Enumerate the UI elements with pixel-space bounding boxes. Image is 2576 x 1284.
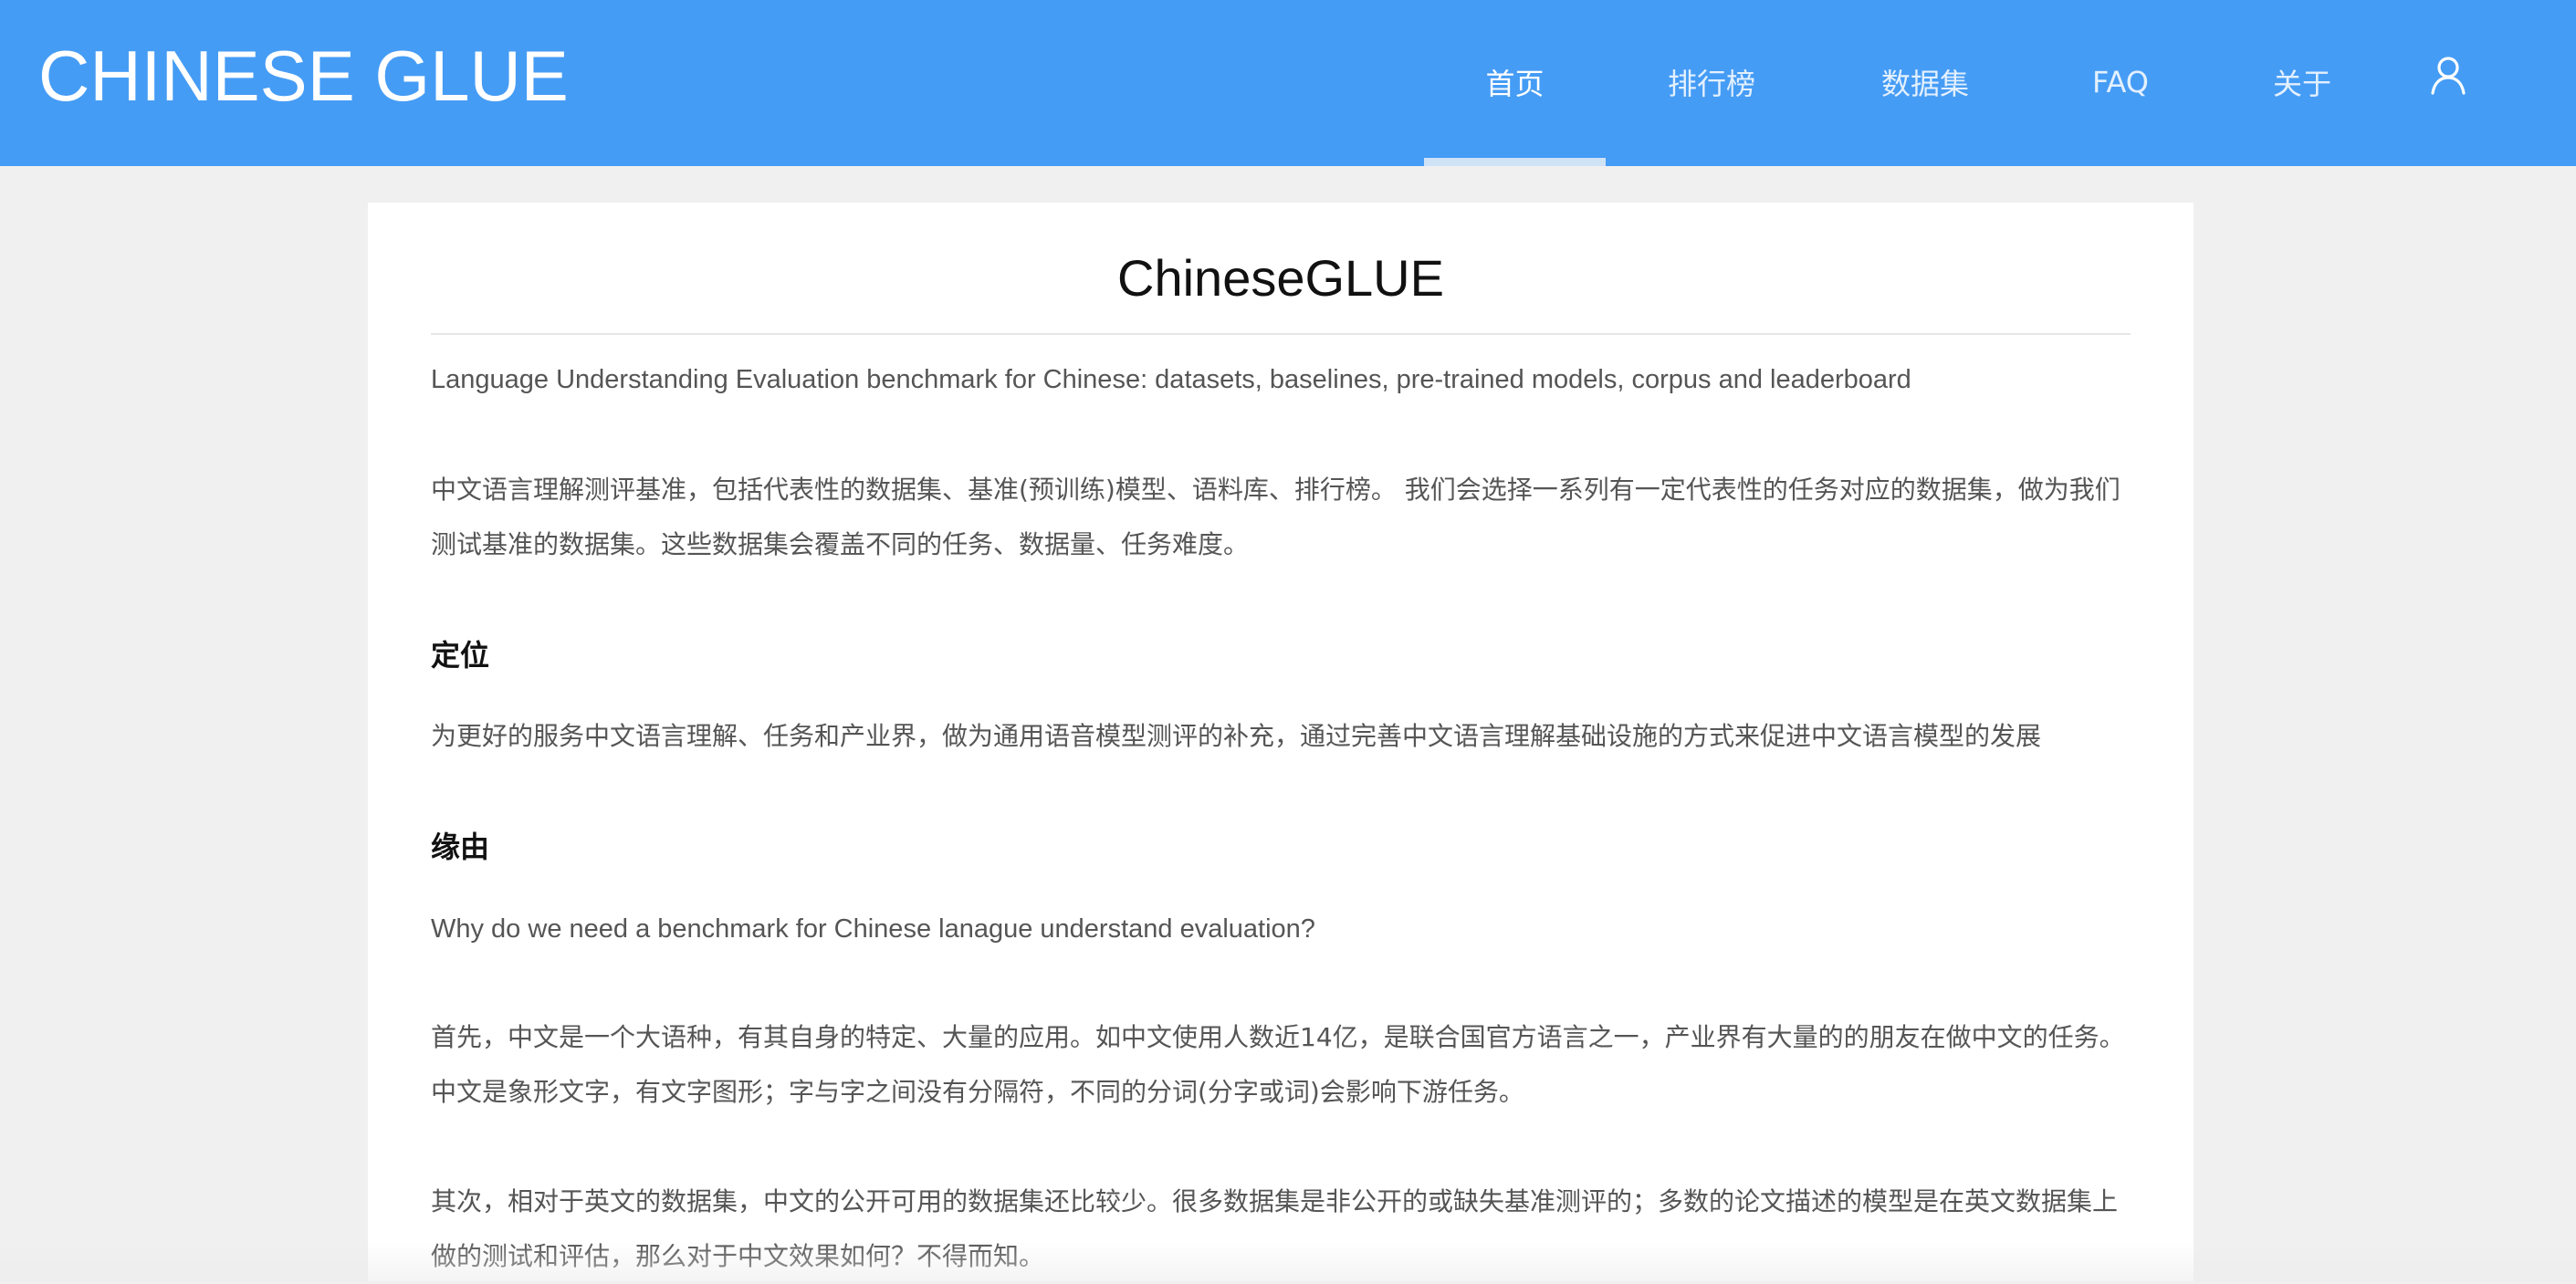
nav-faq-label: FAQ [2092, 65, 2149, 99]
positioning-line: 为更好的服务中文语言理解、任务和产业界，做为通用语音模型测评的补充，通过完善中文… [431, 721, 2042, 751]
intro-line: 测试基准的数据集。这些数据集会覆盖不同的任务、数据量、任务难度。 [431, 529, 1250, 559]
intro-paragraph: 中文语言理解测评基准，包括代表性的数据集、基准(预训练)模型、语料库、排行榜。 … [431, 463, 2138, 572]
page-title: ChineseGLUE [1117, 249, 1444, 307]
tagline-text: Language Understanding Evaluation benchm… [431, 365, 1911, 394]
reason-first-paragraph: 首先，中文是一个大语种，有其自身的特定、大量的应用。如中文使用人数近14亿，是联… [431, 1010, 2138, 1120]
section-heading-positioning: 定位 [431, 638, 490, 673]
reason-first-line: 首先，中文是一个大语种，有其自身的特定、大量的应用。如中文使用人数近14亿，是联… [431, 1022, 2125, 1052]
nav-leaderboard[interactable]: 排行榜 [1619, 0, 1804, 166]
reason-second-line: 做的测试和评估，那么对于中文效果如何？不得而知。 [431, 1241, 1045, 1271]
intro-line: 中文语言理解测评基准，包括代表性的数据集、基准(预训练)模型、语料库、排行榜。 … [431, 475, 2120, 505]
nav-home-label: 首页 [1485, 67, 1545, 101]
user-icon[interactable] [2428, 55, 2468, 95]
nav-datasets[interactable]: 数据集 [1833, 0, 2017, 166]
nav-about[interactable]: 关于 [2209, 0, 2395, 166]
positioning-paragraph: 为更好的服务中文语言理解、任务和产业界，做为通用语音模型测评的补充，通过完善中文… [431, 709, 2138, 764]
content-card: ChineseGLUE Language Understanding Evalu… [368, 203, 2194, 1281]
reason-first-line: 中文是象形文字，有文字图形；字与字之间没有分隔符，不同的分词(分字或词)会影响下… [431, 1077, 1524, 1107]
nav-datasets-label: 数据集 [1880, 67, 1969, 101]
nav-home[interactable]: 首页 [1424, 0, 1606, 166]
brand-logo-text[interactable]: CHINESE GLUE [38, 35, 569, 117]
nav-leaderboard-label: 排行榜 [1667, 67, 1755, 101]
nav-faq[interactable]: FAQ [2026, 0, 2215, 166]
title-divider [431, 333, 2131, 335]
reason-second-line: 其次，相对于英文的数据集，中文的公开可用的数据集还比较少。很多数据集是非公开的或… [431, 1186, 2119, 1216]
nav-active-indicator [1424, 158, 1606, 166]
reason-question: Why do we need a benchmark for Chinese l… [431, 914, 1315, 944]
nav-about-label: 关于 [2272, 67, 2331, 101]
top-navbar: CHINESE GLUE 首页 排行榜 数据集 FAQ 关于 [0, 0, 2576, 166]
reason-second-paragraph: 其次，相对于英文的数据集，中文的公开可用的数据集还比较少。很多数据集是非公开的或… [431, 1174, 2138, 1284]
section-heading-reason: 缘由 [431, 830, 490, 864]
